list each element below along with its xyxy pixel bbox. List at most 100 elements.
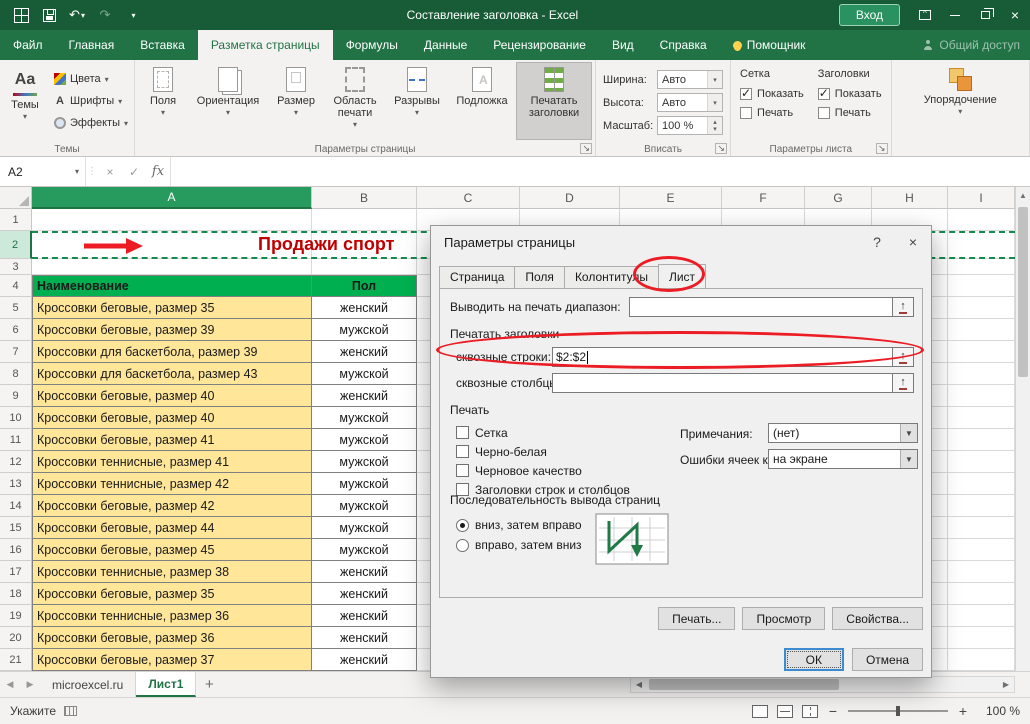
cell-A6[interactable]: Кроссовки беговые, размер 39 (32, 319, 312, 341)
cell-A5[interactable]: Кроссовки беговые, размер 35 (32, 297, 312, 319)
zoom-in-icon[interactable]: + (957, 703, 969, 719)
cell-I14[interactable] (948, 495, 1015, 517)
dialog-tab-sheet[interactable]: Лист (658, 264, 706, 288)
column-header-C[interactable]: C (417, 187, 520, 209)
row-header-11[interactable]: 11 (0, 429, 32, 451)
cols-picker-button[interactable]: ↑ (892, 373, 914, 393)
cell-B19[interactable]: женский (312, 605, 417, 627)
ribbon-tab-help[interactable]: Справка (647, 30, 720, 60)
row-header-8[interactable]: 8 (0, 363, 32, 385)
cell-B5[interactable]: женский (312, 297, 417, 319)
ribbon-breaks-button[interactable]: Разрывы▾ (386, 62, 448, 140)
cell-B11[interactable]: мужской (312, 429, 417, 451)
column-header-D[interactable]: D (520, 187, 620, 209)
row-header-4[interactable]: 4 (0, 275, 32, 297)
row-header-14[interactable]: 14 (0, 495, 32, 517)
normal-view-icon[interactable] (752, 705, 768, 718)
row-header-15[interactable]: 15 (0, 517, 32, 539)
cell-A9[interactable]: Кроссовки беговые, размер 40 (32, 385, 312, 407)
cell-B12[interactable]: мужской (312, 451, 417, 473)
cell-errors-dropdown[interactable]: на экране ▼ (768, 449, 918, 469)
sheet-nav-left-icon[interactable]: ◀ (0, 672, 20, 697)
height-input[interactable]: Авто▾ (657, 93, 723, 112)
row-header-9[interactable]: 9 (0, 385, 32, 407)
cell-B8[interactable]: мужской (312, 363, 417, 385)
ok-button[interactable]: ОК (784, 648, 844, 671)
ribbon-tab-view[interactable]: Вид (599, 30, 647, 60)
cell-I15[interactable] (948, 517, 1015, 539)
ribbon-print-titles-button[interactable]: Печатать заголовки (516, 62, 592, 140)
cell-A21[interactable]: Кроссовки беговые, размер 37 (32, 649, 312, 671)
scroll-up-icon[interactable]: ▲ (1016, 187, 1030, 203)
ribbon-tab-review[interactable]: Рецензирование (480, 30, 599, 60)
spinner-icon[interactable]: ▴▾ (707, 117, 722, 134)
page-setup-dialog-launcher-icon[interactable]: ↘ (580, 143, 592, 154)
cell-B16[interactable]: мужской (312, 539, 417, 561)
cell-B18[interactable]: женский (312, 583, 417, 605)
cell-B9[interactable]: женский (312, 385, 417, 407)
cell-B21[interactable]: женский (312, 649, 417, 671)
cell-I10[interactable] (948, 407, 1015, 429)
cols-to-repeat-input[interactable] (552, 373, 893, 393)
column-header-I[interactable]: I (948, 187, 1015, 209)
select-all-corner[interactable] (0, 187, 32, 209)
rows-picker-button[interactable]: ↑ (892, 347, 914, 367)
cell-I9[interactable] (948, 385, 1015, 407)
cell-I17[interactable] (948, 561, 1015, 583)
ribbon-effects-button[interactable]: Эффекты▾ (51, 112, 131, 134)
cell-I2[interactable] (948, 231, 1015, 259)
rows-to-repeat-input[interactable]: $2:$2 (552, 347, 893, 367)
cell-A20[interactable]: Кроссовки беговые, размер 36 (32, 627, 312, 649)
page-layout-view-icon[interactable] (777, 705, 793, 718)
vertical-scroll-thumb[interactable] (1018, 207, 1028, 377)
save-icon[interactable] (36, 2, 62, 28)
cell-B17[interactable]: женский (312, 561, 417, 583)
cell-B6[interactable]: мужской (312, 319, 417, 341)
row-header-16[interactable]: 16 (0, 539, 32, 561)
horizontal-scrollbar[interactable]: ◀ ▶ (630, 676, 1015, 693)
sign-in-button[interactable]: Вход (839, 4, 900, 26)
cell-I3[interactable] (948, 259, 1015, 275)
cell-A10[interactable]: Кроссовки беговые, размер 40 (32, 407, 312, 429)
preview-button[interactable]: Просмотр (742, 607, 825, 630)
dialog-tab-margins[interactable]: Поля (514, 266, 565, 288)
enter-entry-icon[interactable]: ✓ (122, 157, 146, 186)
cell-B13[interactable]: мужской (312, 473, 417, 495)
cell-I19[interactable] (948, 605, 1015, 627)
ribbon-tab-file[interactable]: Файл (0, 30, 56, 60)
cell-I8[interactable] (948, 363, 1015, 385)
row-header-13[interactable]: 13 (0, 473, 32, 495)
cell-I11[interactable] (948, 429, 1015, 451)
cell-A4[interactable]: Наименование (32, 275, 312, 297)
scale-input[interactable]: 100 %▴▾ (657, 116, 723, 135)
row-header-3[interactable]: 3 (0, 259, 32, 275)
themes-button[interactable]: Aa Темы ▾ (3, 62, 47, 140)
ribbon-margins-button[interactable]: Поля▾ (138, 62, 188, 140)
cell-B1[interactable] (312, 209, 417, 231)
formula-input[interactable] (170, 157, 1030, 186)
zoom-level[interactable]: 100 % (978, 704, 1020, 718)
print-range-input[interactable] (629, 297, 893, 317)
undo-icon[interactable]: ↶▾ (64, 2, 90, 28)
row-header-20[interactable]: 20 (0, 627, 32, 649)
width-input[interactable]: Авто▾ (657, 70, 723, 89)
zoom-slider[interactable] (848, 710, 948, 712)
chevron-down-icon[interactable]: ▾ (707, 71, 722, 88)
cell-A8[interactable]: Кроссовки для баскетбола, размер 43 (32, 363, 312, 385)
ribbon-tab-page-layout[interactable]: Разметка страницы (198, 30, 333, 60)
cell-I6[interactable] (948, 319, 1015, 341)
checkbox-gridlines-print[interactable]: Печать (740, 103, 804, 122)
row-header-6[interactable]: 6 (0, 319, 32, 341)
cell-A18[interactable]: Кроссовки беговые, размер 35 (32, 583, 312, 605)
dialog-help-icon[interactable]: ? (859, 226, 895, 258)
zoom-out-icon[interactable]: − (827, 703, 839, 719)
cell-A15[interactable]: Кроссовки беговые, размер 44 (32, 517, 312, 539)
radio-right-then-down[interactable]: вправо, затем вниз (456, 535, 582, 555)
ribbon-fonts-button[interactable]: AШрифты▾ (51, 90, 131, 112)
cell-A19[interactable]: Кроссовки теннисные, размер 36 (32, 605, 312, 627)
cell-A11[interactable]: Кроссовки беговые, размер 41 (32, 429, 312, 451)
cell-A1[interactable] (32, 209, 312, 231)
cell-I16[interactable] (948, 539, 1015, 561)
ribbon-background-button[interactable]: Подложка (448, 62, 516, 140)
chevron-down-icon[interactable]: ▾ (707, 94, 722, 111)
